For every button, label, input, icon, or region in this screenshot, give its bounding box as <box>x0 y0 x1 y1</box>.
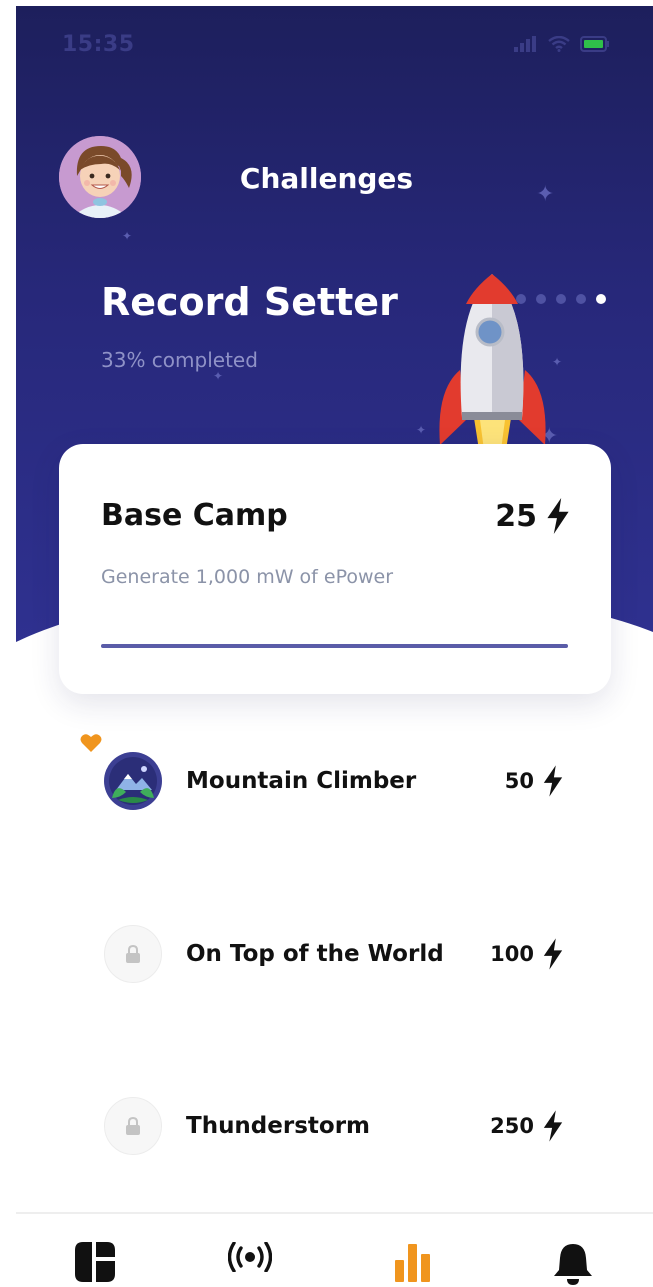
tab-bar <box>16 1212 653 1287</box>
current-task-card[interactable]: Base Camp 25 Generate 1,000 mW of ePower <box>59 444 611 694</box>
tab-dashboard[interactable] <box>71 1242 119 1287</box>
challenge-points-value: 100 <box>490 942 534 966</box>
tab-challenges[interactable] <box>389 1242 437 1287</box>
challenge-name: Mountain Climber <box>186 768 417 794</box>
lightning-icon <box>543 1110 563 1142</box>
status-time: 15:35 <box>62 32 135 57</box>
challenge-name: Thunderstorm <box>186 1113 371 1139</box>
mountain-badge-icon <box>104 752 162 810</box>
task-description: Generate 1,000 mW of ePower <box>101 566 394 588</box>
lock-icon <box>126 1117 140 1135</box>
lock-badge <box>104 1097 162 1155</box>
dashboard-icon <box>75 1242 115 1282</box>
challenge-points-value: 50 <box>504 769 534 793</box>
carousel-dot-active[interactable] <box>596 294 606 304</box>
bar-chart-icon <box>395 1244 430 1282</box>
challenge-name: On Top of the World <box>186 941 444 967</box>
task-points: 25 <box>495 498 571 534</box>
task-progress-fill <box>101 644 568 648</box>
challenge-points: 100 <box>490 938 564 970</box>
battery-icon <box>580 36 609 52</box>
carousel-dot[interactable] <box>556 294 566 304</box>
heart-icon <box>80 734 102 752</box>
task-points-value: 25 <box>495 498 537 534</box>
challenge-row-thunderstorm[interactable]: Thunderstorm 250 <box>104 1096 564 1156</box>
task-title: Base Camp <box>101 498 288 533</box>
star-decoration: ✦ <box>416 423 427 437</box>
task-progress-track <box>101 644 568 648</box>
bell-icon <box>554 1244 592 1285</box>
status-icons <box>514 36 610 52</box>
featured-challenge-title: Record Setter <box>101 280 398 324</box>
broadcast-icon <box>228 1242 272 1272</box>
lightning-icon <box>543 765 563 797</box>
tab-live[interactable] <box>226 1242 274 1287</box>
featured-challenge-progress: 33% completed <box>101 348 258 372</box>
carousel-dot[interactable] <box>576 294 586 304</box>
star-decoration: ✦ <box>122 229 133 243</box>
page-title: Challenges <box>239 162 414 195</box>
lightning-icon <box>547 498 569 534</box>
challenge-row-mountain-climber[interactable]: Mountain Climber 50 <box>104 751 564 811</box>
cellular-signal-icon <box>514 36 536 52</box>
challenge-points-value: 250 <box>490 1114 534 1138</box>
challenge-row-on-top-of-the-world[interactable]: On Top of the World 100 <box>104 924 564 984</box>
challenge-points: 50 <box>505 765 564 797</box>
tab-notifications[interactable] <box>549 1242 597 1287</box>
lightning-icon <box>543 938 563 970</box>
lock-badge <box>104 925 162 983</box>
challenge-points: 250 <box>490 1110 564 1142</box>
lock-icon <box>126 945 140 963</box>
rocket-illustration <box>439 274 546 450</box>
wifi-icon <box>548 36 570 52</box>
